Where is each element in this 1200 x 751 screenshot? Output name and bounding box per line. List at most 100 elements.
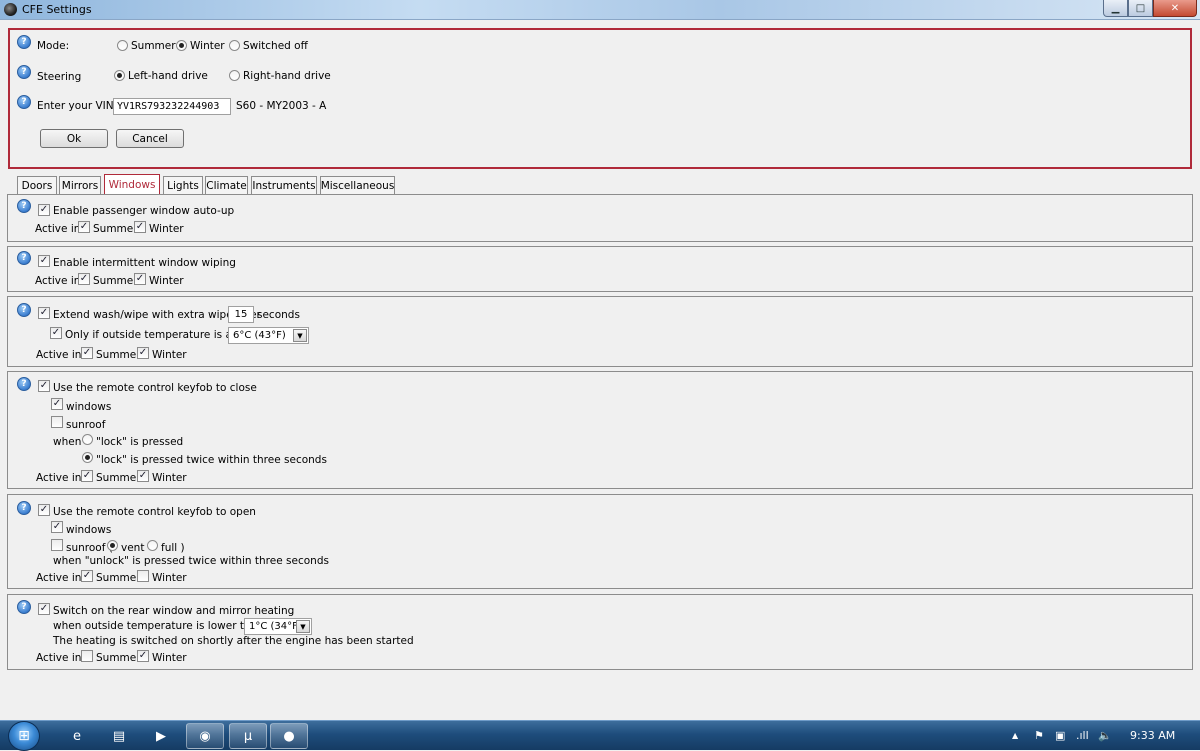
winter-label: Winter	[149, 275, 184, 287]
network-signal-icon[interactable]: .ıll	[1076, 729, 1089, 742]
summer-label: Summer	[96, 652, 141, 664]
intermittent-checkbox[interactable]: ✓	[38, 255, 50, 267]
summer-checkbox[interactable]: ✓	[78, 273, 90, 285]
auto-up-label: Enable passenger window auto-up	[53, 205, 235, 217]
sunroof-vent-label[interactable]: vent	[121, 542, 144, 554]
help-icon[interactable]: ?	[17, 377, 31, 391]
close-windows-checkbox[interactable]: ✓	[51, 398, 63, 410]
tray-app-icon[interactable]: ▣	[1055, 729, 1065, 742]
winter-checkbox[interactable]	[137, 570, 149, 582]
clock[interactable]: 9:33 AM	[1130, 729, 1175, 742]
close-sunroof-label: sunroof	[66, 419, 106, 431]
start-button[interactable]: ⊞	[8, 721, 40, 751]
summer-label: Summer	[93, 275, 138, 287]
vin-input[interactable]: YV1RS793232244903	[113, 98, 231, 115]
steering-left-radio[interactable]	[114, 70, 125, 81]
close-button[interactable]: ✕	[1153, 0, 1197, 17]
sunroof-vent-radio[interactable]	[107, 540, 118, 551]
sunroof-full-label[interactable]: full )	[161, 542, 185, 554]
lock-pressed-twice-label[interactable]: "lock" is pressed twice within three sec…	[96, 454, 327, 466]
tab-doors[interactable]: Doors	[17, 176, 57, 195]
chrome-icon[interactable]: ◉	[186, 723, 224, 749]
general-settings-box: ? Mode: Summer Winter Switched off ? Ste…	[8, 28, 1192, 169]
ok-button[interactable]: Ok	[40, 129, 108, 148]
mode-switched-off-radio[interactable]	[229, 40, 240, 51]
temperature-above-checkbox[interactable]: ✓	[50, 327, 62, 339]
tab-lights[interactable]: Lights	[163, 176, 203, 195]
help-icon[interactable]: ?	[17, 199, 31, 213]
help-icon[interactable]: ?	[17, 501, 31, 515]
title-bar: CFE Settings ▁ □ ✕	[0, 0, 1200, 20]
wash-wipe-section: ? ✓ Extend wash/wipe with extra wipe aft…	[7, 296, 1193, 367]
winter-checkbox[interactable]: ✓	[137, 347, 149, 359]
lock-pressed-label[interactable]: "lock" is pressed	[96, 436, 183, 448]
summer-checkbox[interactable]: ✓	[81, 347, 93, 359]
winter-checkbox[interactable]: ✓	[137, 470, 149, 482]
winter-label: Winter	[152, 349, 187, 361]
auto-up-checkbox[interactable]: ✓	[38, 204, 50, 216]
cfe-app-icon[interactable]: ●	[270, 723, 308, 749]
mode-winter-radio[interactable]	[176, 40, 187, 51]
torrent-icon[interactable]: μ	[229, 723, 267, 749]
internet-explorer-icon[interactable]: e	[58, 723, 96, 749]
chevron-down-icon[interactable]: ▼	[293, 329, 307, 342]
volume-icon[interactable]: 🔈	[1098, 729, 1112, 742]
active-in-label: Active in	[36, 349, 82, 361]
open-sunroof-checkbox[interactable]	[51, 539, 63, 551]
steering-left-label[interactable]: Left-hand drive	[128, 70, 208, 82]
help-icon[interactable]: ?	[17, 251, 31, 265]
help-icon[interactable]: ?	[17, 303, 31, 317]
winter-checkbox[interactable]: ✓	[134, 273, 146, 285]
sunroof-full-radio[interactable]	[147, 540, 158, 551]
tab-mirrors[interactable]: Mirrors	[59, 176, 101, 195]
file-explorer-icon[interactable]: ▤	[100, 723, 138, 749]
close-sunroof-checkbox[interactable]	[51, 416, 63, 428]
heating-checkbox[interactable]: ✓	[38, 603, 50, 615]
summer-label: Summer	[96, 349, 141, 361]
tab-windows[interactable]: Windows	[104, 174, 160, 195]
help-icon[interactable]: ?	[17, 95, 31, 109]
mode-winter-label[interactable]: Winter	[190, 40, 225, 52]
taskbar: ⊞ e ▤ ▶ ◉ μ ● ▲ ⚑ ▣ .ıll 🔈 9:33 AM	[0, 720, 1200, 751]
active-in-label: Active in	[36, 652, 82, 664]
mode-summer-label[interactable]: Summer	[131, 40, 176, 52]
mode-summer-radio[interactable]	[117, 40, 128, 51]
temperature-above-select[interactable]: 6°C (43°F) ▼	[228, 327, 309, 344]
wash-wipe-checkbox[interactable]: ✓	[38, 307, 50, 319]
maximize-button[interactable]: □	[1128, 0, 1153, 17]
action-center-flag-icon[interactable]: ⚑	[1034, 729, 1044, 742]
steering-right-label[interactable]: Right-hand drive	[243, 70, 331, 82]
keyfob-open-checkbox[interactable]: ✓	[38, 504, 50, 516]
winter-checkbox[interactable]: ✓	[137, 650, 149, 662]
temperature-lower-select[interactable]: 1°C (34°F) ▼	[244, 618, 312, 635]
summer-checkbox[interactable]: ✓	[81, 570, 93, 582]
help-icon[interactable]: ?	[17, 35, 31, 49]
winter-checkbox[interactable]: ✓	[134, 221, 146, 233]
steering-right-radio[interactable]	[229, 70, 240, 81]
vin-label: Enter your VIN:	[37, 100, 118, 112]
tab-instruments[interactable]: Instruments	[251, 176, 317, 195]
extra-wipe-seconds-input[interactable]: 15	[228, 306, 254, 323]
open-windows-checkbox[interactable]: ✓	[51, 521, 63, 533]
tab-miscellaneous[interactable]: Miscellaneous	[320, 176, 395, 195]
mode-switched-off-label[interactable]: Switched off	[243, 40, 308, 52]
lock-pressed-radio[interactable]	[82, 434, 93, 445]
minimize-button[interactable]: ▁	[1103, 0, 1128, 17]
summer-label: Summer	[96, 472, 141, 484]
media-player-icon[interactable]: ▶	[142, 723, 180, 749]
chevron-down-icon[interactable]: ▼	[296, 620, 310, 633]
keyfob-close-checkbox[interactable]: ✓	[38, 380, 50, 392]
active-in-label: Active in	[35, 275, 81, 287]
summer-checkbox[interactable]: ✓	[78, 221, 90, 233]
summer-checkbox[interactable]	[81, 650, 93, 662]
lock-pressed-twice-radio[interactable]	[82, 452, 93, 463]
keyfob-close-label: Use the remote control keyfob to close	[53, 382, 257, 394]
intermittent-wiping-section: ? ✓ Enable intermittent window wiping Ac…	[7, 246, 1193, 292]
summer-checkbox[interactable]: ✓	[81, 470, 93, 482]
unlock-pressed-twice-text: when "unlock" is pressed twice within th…	[53, 555, 329, 567]
tab-climate[interactable]: Climate	[205, 176, 248, 195]
help-icon[interactable]: ?	[17, 65, 31, 79]
cancel-button[interactable]: Cancel	[116, 129, 184, 148]
help-icon[interactable]: ?	[17, 600, 31, 614]
show-hidden-icons[interactable]: ▲	[1012, 731, 1018, 740]
